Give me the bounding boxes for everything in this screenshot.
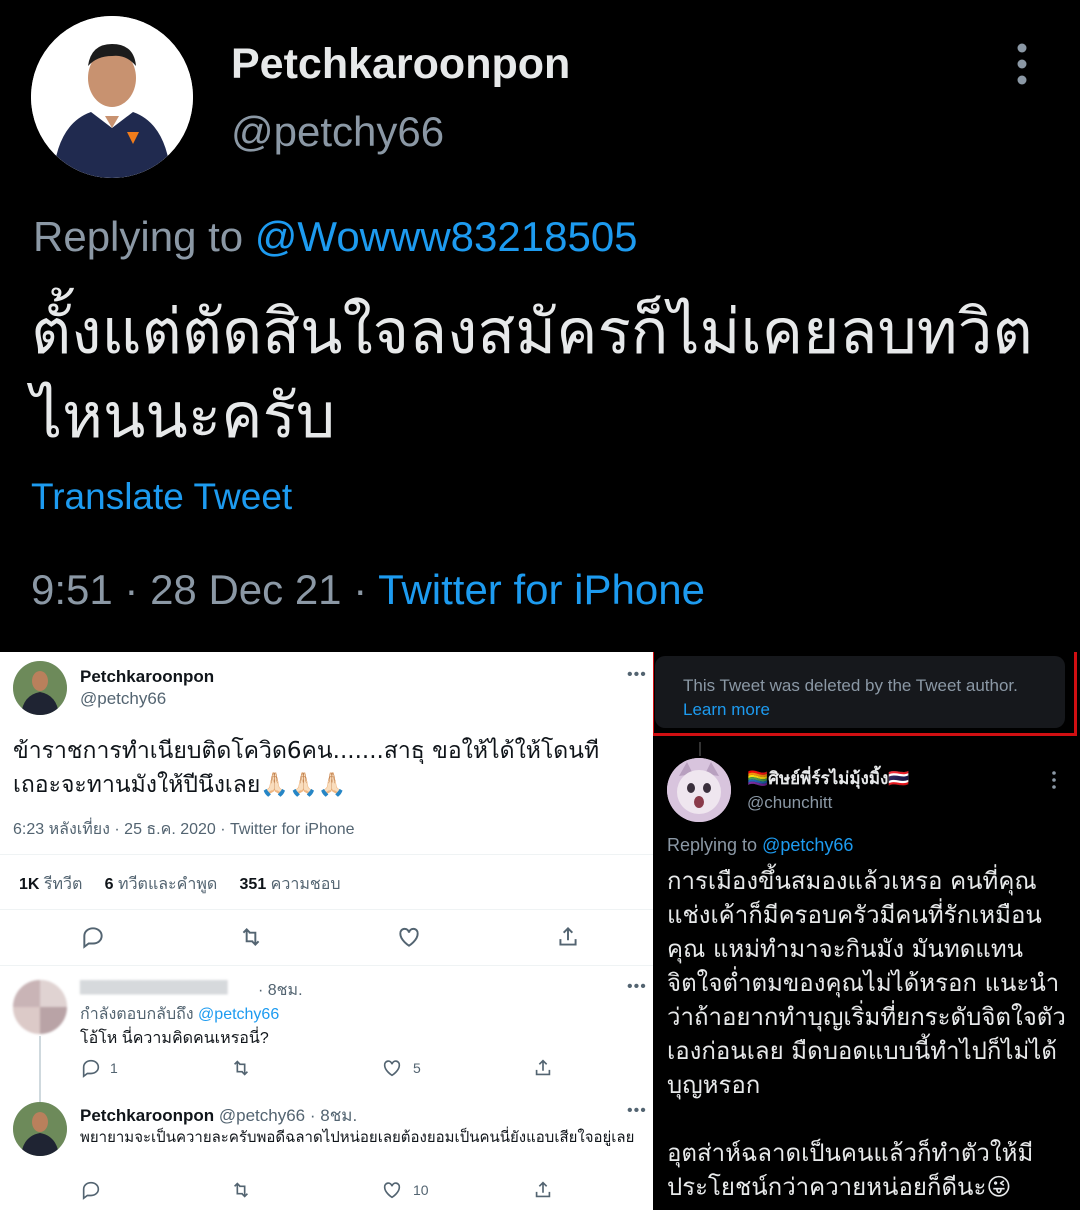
deleted-thread-screenshot: This Tweet was deleted by the Tweet auth…: [653, 652, 1080, 1210]
replying-to-mention[interactable]: @Wowww83218505: [255, 213, 638, 260]
more-options-icon[interactable]: •••: [627, 978, 647, 996]
reply-handle[interactable]: @petchy66: [219, 1106, 305, 1125]
highlight-box: [653, 652, 1077, 736]
share-icon[interactable]: [532, 1057, 554, 1079]
replying-to-label: Replying to: [667, 835, 758, 855]
retweet-stat[interactable]: 1K รีทวีต: [19, 876, 82, 893]
reply-icon[interactable]: [80, 1179, 102, 1201]
replying-to-line: Replying to @Wowww83218505: [33, 213, 638, 261]
more-options-icon[interactable]: •••: [627, 1102, 647, 1120]
user-handle[interactable]: @petchy66: [231, 108, 444, 156]
reply-display-name[interactable]: Petchkaroonpon: [80, 1106, 214, 1125]
replying-to-line: กำลังตอบกลับถึง @petchy66: [80, 1006, 280, 1023]
blurred-avatar[interactable]: [13, 980, 67, 1034]
thread-line: [699, 742, 701, 756]
tweet-display-name[interactable]: Petchkaroonpon: [80, 667, 214, 687]
profile-photo: [13, 980, 67, 1034]
display-name[interactable]: Petchkaroonpon: [231, 40, 570, 89]
tweet-handle[interactable]: @petchy66: [80, 689, 166, 709]
vertical-dots-icon[interactable]: [1051, 770, 1057, 790]
like-icon[interactable]: [381, 1057, 403, 1079]
replying-to-line: Replying to @petchy66: [667, 835, 853, 856]
divider: [0, 854, 653, 855]
reply-body: การเมืองขึ้นสมองแล้วเหรอ คนที่คุณแช่งเค้…: [667, 867, 1066, 1201]
reply-time: · 8ชม.: [258, 982, 303, 999]
quote-stat[interactable]: 6 ทวีตและคำพูด: [105, 876, 218, 893]
profile-photo: [13, 1102, 67, 1156]
blurred-name: ▇▇▇▇▇▇▇▇▇▇▇▇▇▇▇: [80, 978, 227, 994]
reply-body: พยายามจะเป็นควายละครับพอดีฉลาดไปหน่อยเลย…: [80, 1129, 635, 1146]
retweet-icon[interactable]: [230, 1179, 252, 1201]
share-icon[interactable]: [555, 924, 581, 950]
replying-to-mention[interactable]: @petchy66: [762, 835, 853, 855]
tweet-source-link[interactable]: Twitter for iPhone: [378, 566, 705, 613]
retweet-icon[interactable]: [230, 1057, 252, 1079]
reply-handle[interactable]: @chunchitt: [747, 793, 832, 813]
reply-header: Petchkaroonpon @petchy66 · 8ชม.: [80, 1102, 357, 1129]
like-icon[interactable]: [381, 1179, 403, 1201]
tweet-timestamp: 9:51 · 28 Dec 21 ·: [31, 566, 379, 613]
like-count: 5: [413, 1060, 421, 1076]
divider: [0, 965, 653, 966]
replying-to-label: Replying to: [33, 213, 244, 260]
divider: [0, 909, 653, 910]
reply-body: โอ้โห นี่ความคิดคนเหรอนี่?: [80, 1030, 269, 1047]
reply-avatar[interactable]: [667, 758, 731, 822]
reply-time: · 8ชม.: [309, 1106, 358, 1125]
reply-icon[interactable]: [80, 1057, 102, 1079]
reply-display-name[interactable]: 🏳️‍🌈ศิษย์พี่ร์รไม่มุ้งมิ้ง🇹🇭: [747, 765, 910, 792]
like-count: 10: [413, 1182, 429, 1198]
original-tweet-screenshot: Petchkaroonpon @petchy66 ••• ข้าราชการทำ…: [0, 652, 653, 1210]
profile-photo: [31, 16, 193, 178]
more-options-icon[interactable]: •••: [627, 666, 647, 684]
translate-tweet-link[interactable]: Translate Tweet: [31, 476, 292, 518]
replying-to-mention[interactable]: @petchy66: [198, 1006, 279, 1023]
tweet-metadata: 9:51 · 28 Dec 21 · Twitter for iPhone: [31, 566, 705, 614]
tweet-avatar[interactable]: [13, 661, 67, 715]
retweet-icon[interactable]: [238, 924, 264, 950]
tweet-body: ตั้งแต่ตัดสินใจลงสมัครก็ไม่เคยลบทวิตไหนน…: [31, 295, 1033, 452]
main-tweet-panel: Petchkaroonpon @petchy66 Replying to @Wo…: [0, 0, 1080, 652]
profile-photo: [13, 661, 67, 715]
reply-count: 1: [110, 1060, 118, 1076]
reply-icon[interactable]: [80, 924, 106, 950]
tweet-metadata: 6:23 หลังเที่ยง · 25 ธ.ค. 2020 · Twitter…: [13, 821, 355, 838]
profile-avatar[interactable]: [31, 16, 193, 178]
like-icon[interactable]: [396, 924, 422, 950]
share-icon[interactable]: [532, 1179, 554, 1201]
tweet-stats: 1K รีทวีต 6 ทวีตและคำพูด 351 ความชอบ: [19, 872, 341, 897]
tweet-body: ข้าราชการทำเนียบติดโควิด6คน.......สาธุ ข…: [13, 738, 600, 798]
like-stat[interactable]: 351 ความชอบ: [240, 876, 341, 893]
vertical-dots-icon[interactable]: [1008, 42, 1036, 86]
cat-profile-photo: [667, 758, 731, 822]
tweet-avatar[interactable]: [13, 1102, 67, 1156]
